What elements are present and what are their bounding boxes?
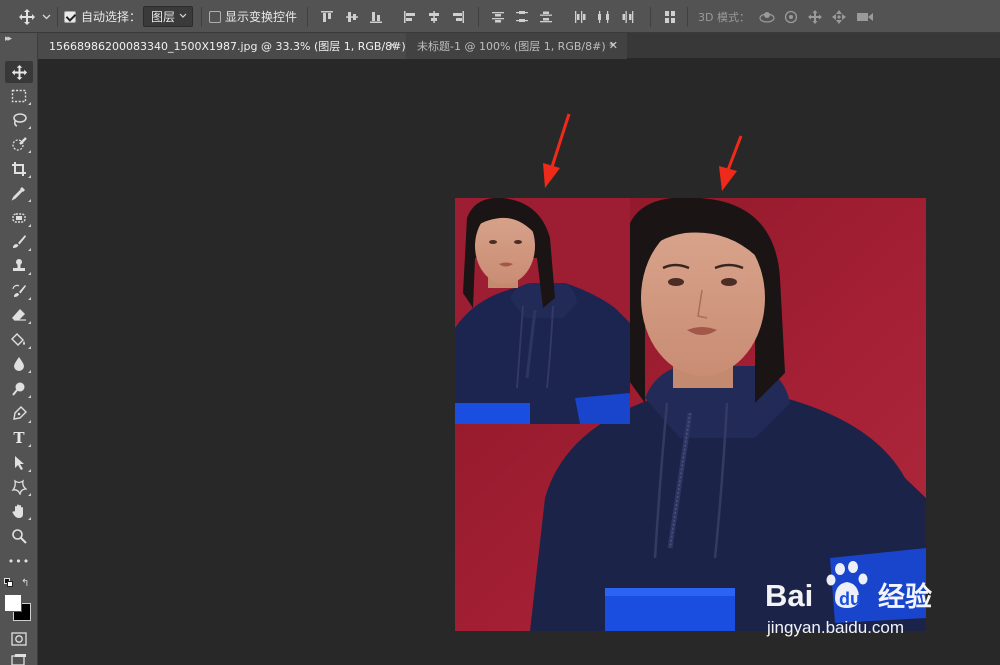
brush-tool[interactable] — [5, 231, 33, 253]
close-icon[interactable]: ✕ — [388, 39, 397, 52]
custom-shape-icon — [11, 479, 27, 495]
3d-orbit-icon[interactable] — [758, 0, 776, 33]
swap-colors-icon[interactable]: ↰ — [21, 578, 29, 589]
rectangular-marquee-icon — [11, 89, 27, 103]
magnifier-icon — [12, 529, 27, 544]
document-tab-bar: 15668986200083340_1500X1987.jpg @ 33.3% … — [38, 33, 1000, 59]
tab-title: 未标题-1 @ 100% (图层 1, RGB/8#) * — [417, 40, 615, 53]
lasso-icon — [13, 113, 27, 127]
show-transform-checkbox[interactable] — [209, 0, 221, 33]
distribute-horizontal-center-icon[interactable] — [597, 0, 611, 33]
pen-icon — [13, 406, 27, 420]
brush-icon — [13, 235, 26, 248]
align-right-icon[interactable] — [451, 0, 465, 33]
watermark-brand-suffix: 经验 — [878, 581, 932, 613]
clone-stamp-tool[interactable] — [5, 255, 33, 277]
distribute-left-icon[interactable] — [573, 0, 587, 33]
type-icon: T — [13, 429, 25, 447]
chevron-down-icon — [179, 13, 187, 18]
options-bar: 自动选择： 图层 显示变换控件 3D 模式： — [0, 0, 1000, 33]
collapse-panel-icon[interactable]: ▸▸ — [5, 34, 12, 44]
small-layer-thumbnail — [455, 198, 630, 424]
quick-mask-button[interactable] — [5, 628, 33, 650]
hand-tool[interactable] — [5, 500, 33, 522]
custom-shape-tool[interactable] — [5, 476, 33, 498]
dodge-icon — [12, 382, 25, 396]
auto-select-label: 自动选择： — [81, 10, 142, 24]
watermark-url: jingyan.baidu.com — [766, 618, 904, 637]
path-select-tool[interactable] — [5, 452, 33, 474]
align-horizontal-center-icon[interactable] — [427, 0, 441, 33]
baidu-logo: Bai du 经验 jingyan.baidu.com — [765, 561, 932, 637]
bandage-icon — [12, 213, 26, 223]
arrow-pointer-icon — [15, 456, 24, 470]
tab-title: 15668986200083340_1500X1987.jpg @ 33.3% … — [49, 40, 415, 53]
edit-toolbar-button[interactable]: ••• — [5, 550, 33, 572]
crop-tool[interactable] — [5, 158, 33, 180]
move-icon — [11, 64, 27, 80]
auto-select-target-dropdown[interactable]: 图层 — [143, 6, 193, 27]
screen-mode-button[interactable] — [5, 652, 33, 665]
auto-align-layers-icon[interactable] — [663, 0, 677, 33]
tools-panel: ▸▸ T ••• ↰ — [0, 33, 38, 665]
preset-dropdown-chevron-icon[interactable] — [42, 0, 51, 33]
align-vertical-center-icon[interactable] — [345, 0, 359, 33]
default-colors-icon[interactable] — [4, 578, 14, 588]
healing-brush-tool[interactable] — [5, 207, 33, 229]
distribute-top-icon[interactable] — [491, 0, 505, 33]
eyedropper-icon — [11, 187, 25, 201]
foreground-color-swatch[interactable] — [4, 594, 22, 612]
marquee-tool[interactable] — [5, 85, 33, 107]
close-icon[interactable]: ✕ — [609, 39, 618, 52]
paint-bucket-tool[interactable] — [5, 329, 33, 351]
3d-slide-icon[interactable] — [831, 0, 847, 33]
crop-icon — [12, 162, 26, 176]
move-tool[interactable] — [5, 61, 33, 83]
3d-roll-icon[interactable] — [784, 0, 798, 33]
3d-camera-icon[interactable] — [856, 0, 874, 33]
stamp-icon — [13, 259, 25, 271]
distribute-right-icon[interactable] — [621, 0, 635, 33]
eraser-tool[interactable] — [5, 304, 33, 326]
zoom-tool[interactable] — [5, 525, 33, 547]
eyedropper-tool[interactable] — [5, 182, 33, 204]
auto-select-checkbox[interactable] — [64, 0, 76, 33]
type-tool[interactable]: T — [5, 427, 33, 449]
align-left-icon[interactable] — [403, 0, 417, 33]
quick-select-tool[interactable] — [5, 133, 33, 155]
tab-document-2[interactable]: 未标题-1 @ 100% (图层 1, RGB/8#) * ✕ — [406, 33, 627, 59]
eraser-icon — [12, 309, 26, 321]
3d-mode-label: 3D 模式： — [698, 10, 750, 24]
hand-icon — [12, 504, 23, 518]
quick-selection-icon — [12, 137, 27, 151]
show-transform-label: 显示变换控件 — [225, 10, 298, 24]
distribute-vertical-center-icon[interactable] — [515, 0, 529, 33]
3d-pan-icon[interactable] — [807, 0, 823, 33]
blur-tool[interactable] — [5, 353, 33, 375]
pen-tool[interactable] — [5, 403, 33, 425]
lasso-tool[interactable] — [5, 109, 33, 131]
screen-mode-icon — [11, 654, 26, 665]
distribute-bottom-icon[interactable] — [539, 0, 553, 33]
auto-select-target-value: 图层 — [151, 10, 176, 24]
paint-bucket-icon — [11, 333, 25, 346]
quick-mask-icon — [11, 632, 27, 646]
dodge-tool[interactable] — [5, 378, 33, 400]
align-top-icon[interactable] — [320, 0, 334, 33]
history-brush-tool[interactable] — [5, 280, 33, 302]
svg-text:du: du — [839, 589, 861, 609]
baidu-jingyan-watermark: Bai du 经验 jingyan.baidu.com — [765, 560, 955, 640]
water-drop-icon — [14, 357, 24, 371]
align-bottom-icon[interactable] — [369, 0, 383, 33]
move-tool-preset-icon[interactable] — [18, 0, 36, 33]
tab-document-1[interactable]: 15668986200083340_1500X1987.jpg @ 33.3% … — [38, 33, 415, 59]
more-icon: ••• — [7, 554, 31, 568]
watermark-brand-prefix: Bai — [765, 578, 813, 613]
history-brush-icon — [12, 284, 26, 297]
